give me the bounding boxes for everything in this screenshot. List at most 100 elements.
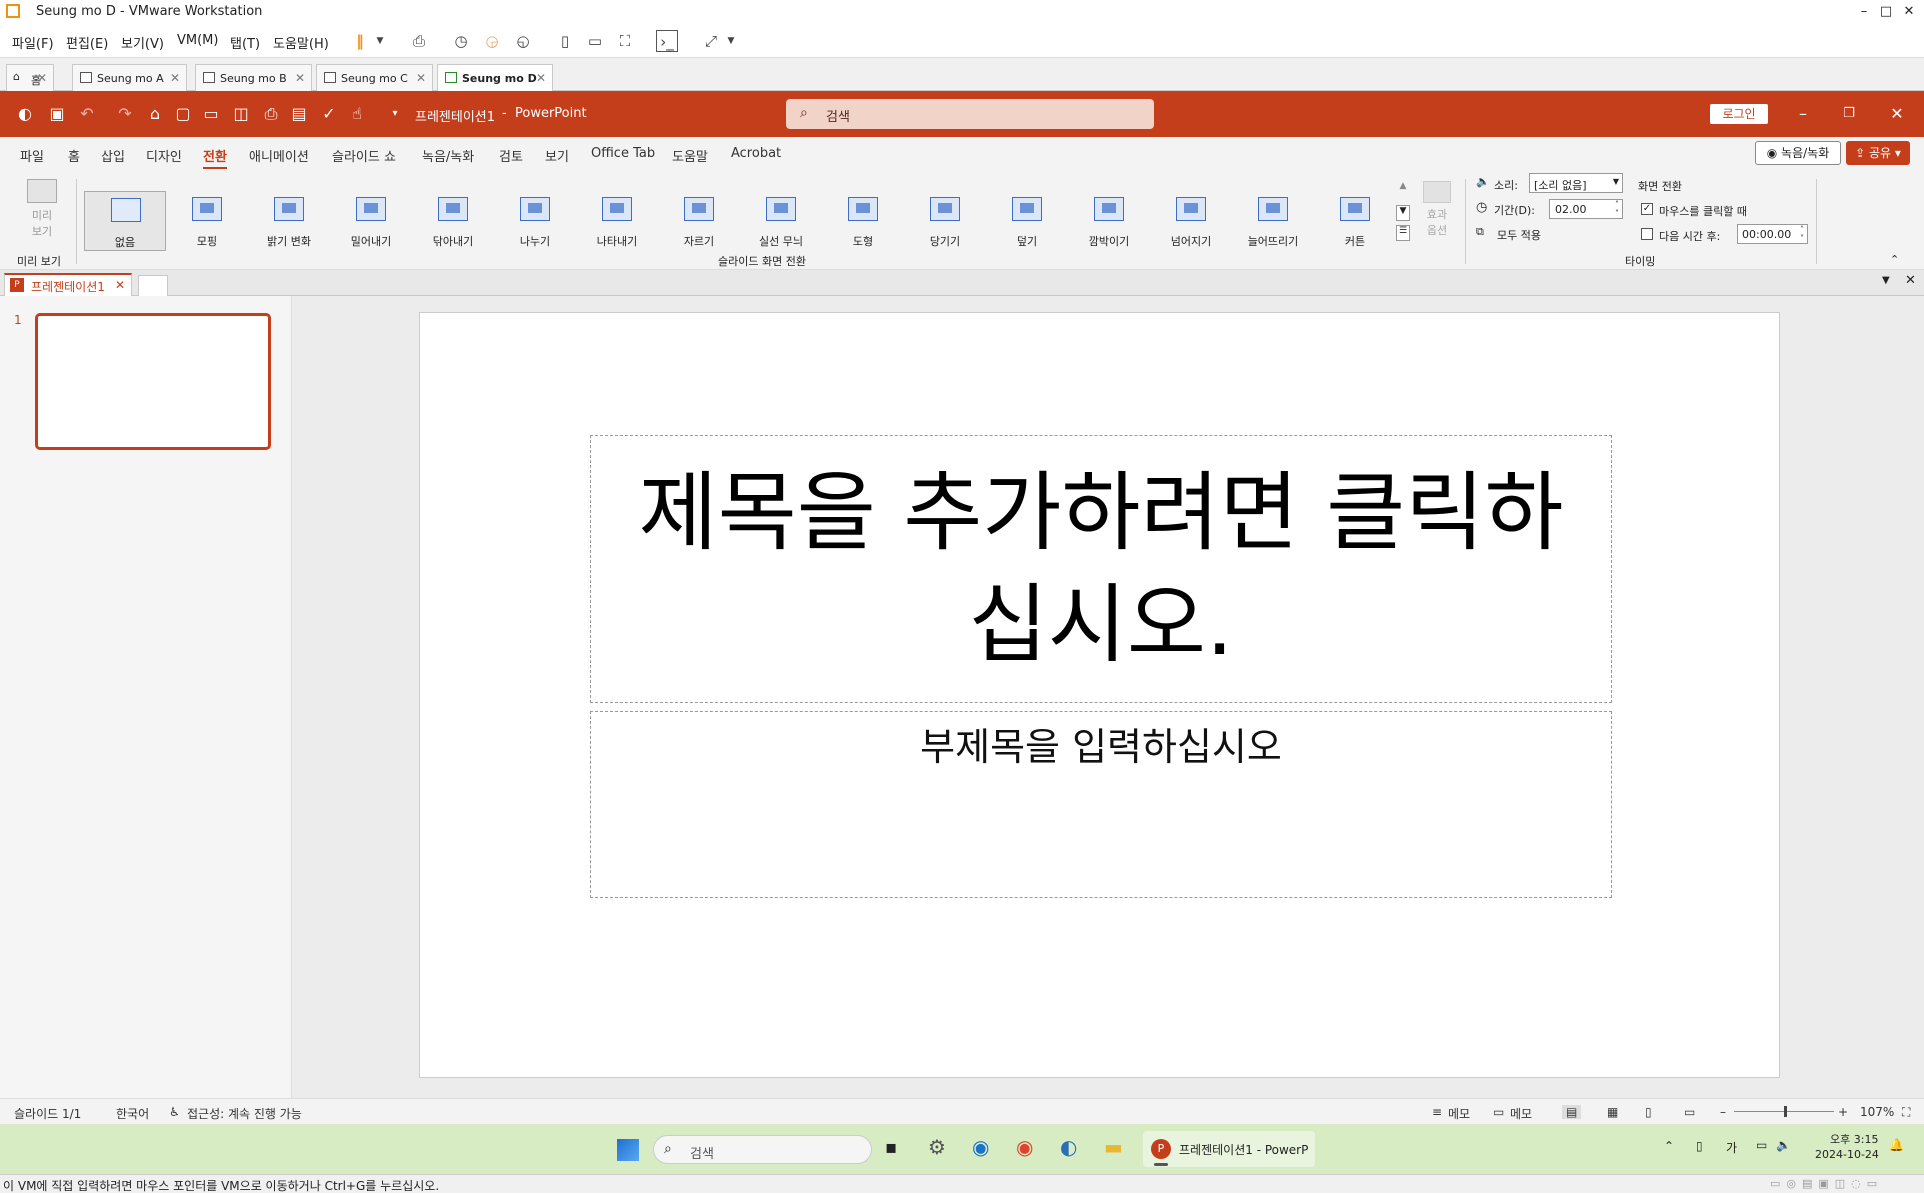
tab-list-icon[interactable]: ▼	[1882, 275, 1890, 286]
fullscreen-icon[interactable]: ⛶	[614, 30, 636, 52]
tab-office-tab[interactable]: Office Tab	[591, 146, 655, 161]
tab-design[interactable]: 디자인	[146, 146, 182, 165]
comments-button[interactable]: 메모	[1510, 1105, 1532, 1122]
effect-options-button[interactable]: 효과 옵션	[1418, 181, 1456, 238]
tab-seung-mo-d[interactable]: Seung mo D ✕	[437, 64, 553, 92]
undo-icon[interactable]: ↶	[78, 105, 96, 123]
tab-view[interactable]: 보기	[545, 146, 569, 165]
preview-button[interactable]: 미리 보기	[14, 179, 70, 249]
transition-cover[interactable]: 덮기	[986, 191, 1068, 251]
slide[interactable]: 제목을 추가하려면 클릭하십시오. 부제목을 입력하십시오	[419, 312, 1780, 1078]
send-keys-icon[interactable]: ⎙	[408, 30, 430, 52]
thumbnail-bar-icon[interactable]: ▭	[584, 30, 606, 52]
tab-file[interactable]: 파일	[20, 146, 44, 165]
transition-curtains[interactable]: 커튼	[1314, 191, 1396, 251]
network-icon[interactable]: ▭	[1756, 1138, 1767, 1152]
transition-reveal[interactable]: 나타내기	[576, 191, 658, 251]
transition-push[interactable]: 밀어내기	[330, 191, 412, 251]
share-button[interactable]: ⇪ 공유 ▾	[1846, 141, 1910, 165]
sound-select[interactable]: [소리 없음] ▼	[1529, 173, 1623, 193]
transition-drape[interactable]: 늘어뜨리기	[1232, 191, 1314, 251]
new-tab-button[interactable]	[138, 275, 168, 296]
login-button[interactable]: 로그인	[1710, 104, 1768, 124]
open-folder-icon[interactable]: ▭	[202, 105, 220, 123]
close-button[interactable]: ✕	[1895, 2, 1923, 22]
redo-icon[interactable]: ↷	[116, 105, 134, 123]
task-view-icon[interactable]: ▪	[885, 1137, 897, 1158]
accessibility-status[interactable]: 접근성: 계속 진행 가능	[187, 1105, 302, 1122]
close-icon[interactable]: ✕	[416, 71, 426, 85]
usb-icon[interactable]: ▯	[1696, 1139, 1703, 1153]
revert-snapshot-icon[interactable]: ◶	[481, 30, 503, 52]
tab-animations[interactable]: 애니메이션	[249, 146, 309, 165]
snapshot-icon[interactable]: ◷	[450, 30, 472, 52]
title-placeholder[interactable]: 제목을 추가하려면 클릭하십시오.	[590, 435, 1612, 703]
tab-seung-mo-c[interactable]: Seung mo C ✕	[316, 64, 433, 91]
edge-icon[interactable]: ◉	[972, 1135, 989, 1159]
ime-indicator[interactable]: 가	[1726, 1139, 1737, 1156]
notes-button[interactable]: 메모	[1448, 1105, 1470, 1122]
apply-all-button[interactable]: 모두 적용	[1497, 227, 1541, 243]
record-button[interactable]: ◉ 녹음/녹화	[1755, 141, 1841, 165]
menu-tabs[interactable]: 탭(T)	[230, 33, 260, 52]
tab-help[interactable]: 도움말	[672, 146, 708, 165]
fit-slide-icon[interactable]: ⛶	[1902, 1105, 1910, 1120]
transition-morph[interactable]: 모핑	[166, 191, 248, 251]
search-box[interactable]: ⌕ 검색	[786, 99, 1154, 129]
transition-wipe[interactable]: 닦아내기	[412, 191, 494, 251]
menu-help[interactable]: 도움말(H)	[273, 33, 329, 52]
pdf-icon[interactable]: ▤	[290, 105, 308, 123]
restore-icon[interactable]: ❐	[1840, 105, 1858, 123]
close-icon[interactable]: ✕	[1888, 105, 1906, 123]
stretch-dropdown-icon[interactable]: ▼	[720, 30, 742, 52]
device-icons[interactable]: ▭◎▤▣◫◌▭	[1770, 1177, 1883, 1190]
slide-sorter-icon[interactable]: ▦	[1607, 1105, 1618, 1119]
transition-shape[interactable]: 도형	[822, 191, 904, 251]
tab-seung-mo-b[interactable]: Seung mo B ✕	[195, 64, 312, 91]
transition-uncover[interactable]: 당기기	[904, 191, 986, 251]
reading-view-icon[interactable]: ▯	[1645, 1105, 1652, 1119]
clock-time[interactable]: 오후 3:15	[1830, 1131, 1878, 1147]
tray-expand-icon[interactable]: ⌃	[1664, 1139, 1674, 1153]
duration-stepper[interactable]: 02.00 ˄ ˅	[1549, 199, 1623, 219]
tab-home[interactable]: ⌂ 홈 ✕	[6, 64, 54, 91]
save-icon[interactable]: ▣	[48, 105, 66, 123]
clock-date[interactable]: 2024-10-24	[1815, 1148, 1879, 1161]
menu-vm[interactable]: VM(M)	[177, 33, 218, 48]
close-icon[interactable]: ✕	[170, 71, 180, 85]
subtitle-placeholder[interactable]: 부제목을 입력하십시오	[590, 711, 1612, 898]
transition-cut[interactable]: 자르기	[658, 191, 740, 251]
tab-transitions[interactable]: 전환	[203, 146, 227, 169]
tab-seung-mo-a[interactable]: Seung mo A ✕	[72, 64, 187, 91]
settings-icon[interactable]: ⚙	[928, 1135, 946, 1159]
zoom-slider-thumb[interactable]	[1784, 1106, 1787, 1117]
close-icon[interactable]: ✕	[536, 71, 546, 85]
after-time-stepper[interactable]: 00:00.00 ˄ ˅	[1737, 224, 1808, 244]
gallery-scroll-down-icon[interactable]: ▼	[1396, 205, 1410, 221]
transition-fade[interactable]: 밝기 변화	[248, 191, 330, 251]
language[interactable]: 한국어	[116, 1105, 149, 1122]
zoom-out-icon[interactable]: –	[1720, 1105, 1726, 1119]
collapse-ribbon-icon[interactable]: ⌃	[1890, 253, 1899, 266]
close-icon[interactable]: ✕	[295, 71, 305, 85]
close-icon[interactable]: ✕	[37, 71, 47, 85]
taskbar-powerpoint-app[interactable]: P 프레젠테이션1 - PowerP	[1143, 1131, 1315, 1167]
customize-toolbar-icon[interactable]: ▾	[386, 105, 404, 123]
file-explorer-icon[interactable]: ▬	[1104, 1135, 1123, 1159]
app-icon[interactable]: ◐	[1060, 1135, 1077, 1159]
windows-start-icon[interactable]	[617, 1139, 639, 1161]
transition-none[interactable]: 없음	[84, 191, 166, 251]
volume-icon[interactable]: 🔈	[1776, 1138, 1791, 1152]
chart-icon[interactable]: ◫	[232, 105, 250, 123]
tab-insert[interactable]: 삽입	[101, 146, 125, 165]
print-icon[interactable]: ⎙	[262, 105, 280, 123]
zoom-slider[interactable]	[1734, 1106, 1834, 1117]
after-checkbox[interactable]	[1641, 228, 1653, 240]
close-icon[interactable]: ✕	[115, 278, 125, 292]
tab-acrobat[interactable]: Acrobat	[731, 146, 781, 161]
new-file-icon[interactable]: ▢	[174, 105, 192, 123]
transition-split[interactable]: 나누기	[494, 191, 576, 251]
sidebar-toggle-icon[interactable]: ▯	[554, 30, 576, 52]
zoom-in-icon[interactable]: +	[1838, 1105, 1848, 1119]
transition-flash[interactable]: 깜박이기	[1068, 191, 1150, 251]
